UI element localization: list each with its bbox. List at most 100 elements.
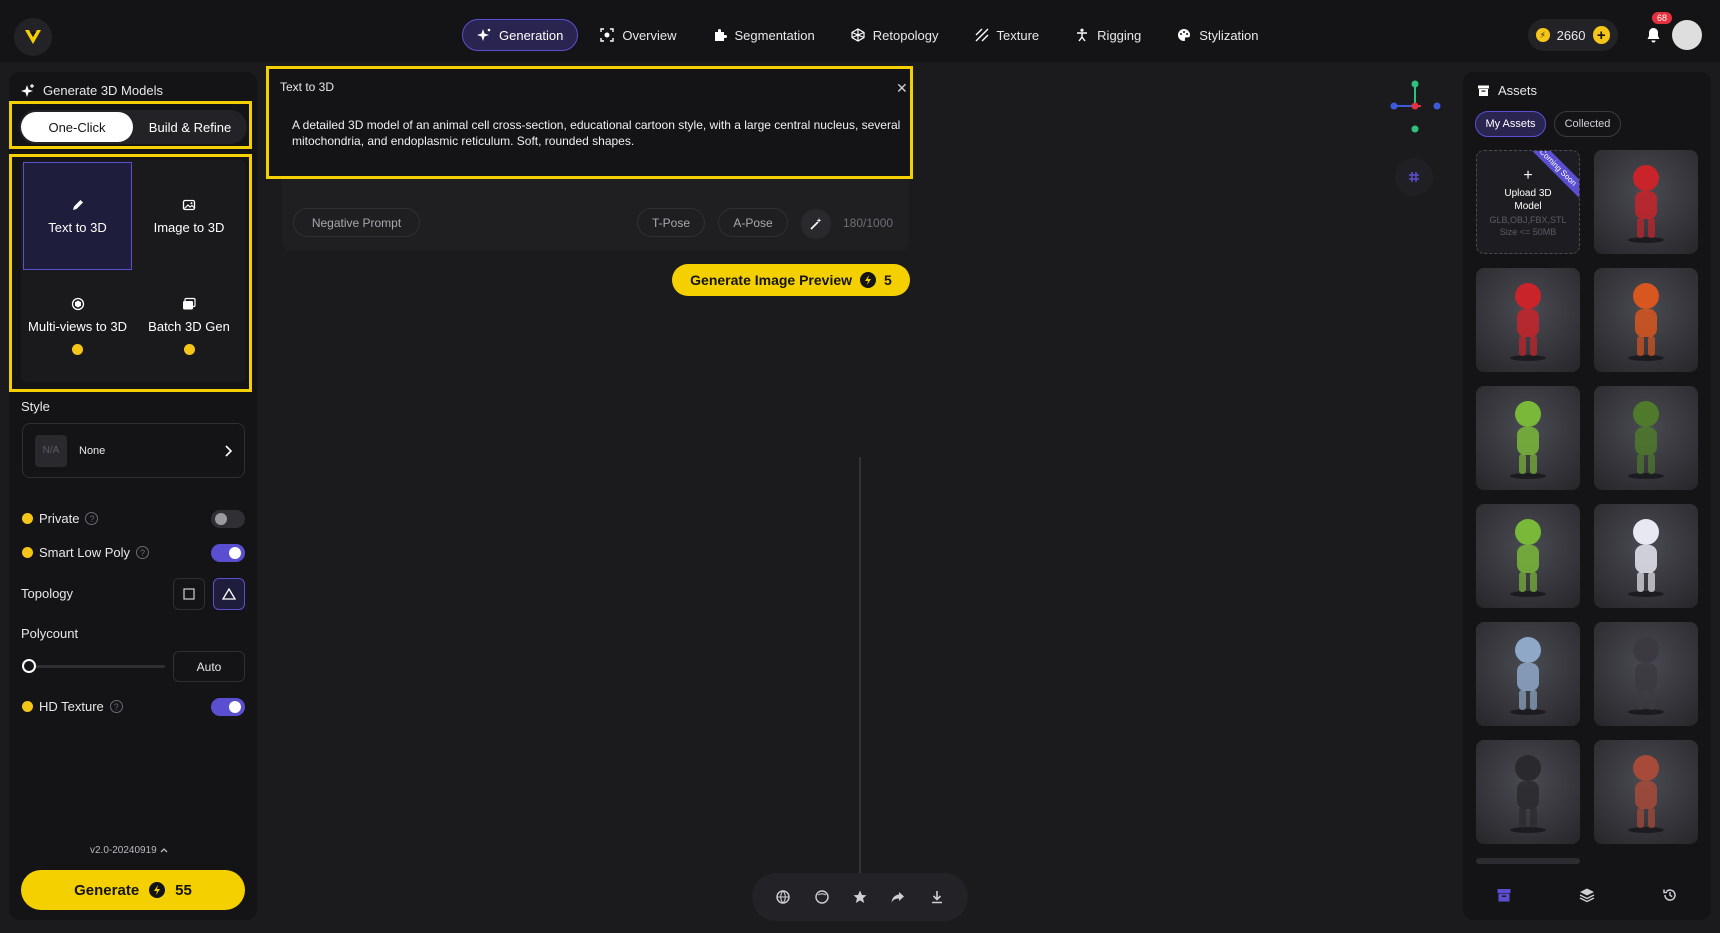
archive-icon[interactable] <box>1496 887 1512 903</box>
share-icon[interactable] <box>890 889 906 905</box>
hd-texture-toggle[interactable] <box>211 698 245 716</box>
t-pose-button[interactable]: T-Pose <box>637 208 705 237</box>
upload-formats: GLB,OBJ,FBX,STL <box>1489 215 1567 225</box>
asset-thumbnail[interactable] <box>1476 268 1580 372</box>
sphere-icon[interactable] <box>814 889 830 905</box>
star-icon[interactable] <box>852 889 868 905</box>
nav-rigging[interactable]: Rigging <box>1061 19 1155 51</box>
nav-segmentation[interactable]: Segmentation <box>699 19 829 51</box>
prompt-textarea[interactable]: A detailed 3D model of an animal cell cr… <box>292 117 904 149</box>
topology-quad-button[interactable] <box>173 578 205 610</box>
topology-triangle-button[interactable] <box>213 578 245 610</box>
green-helmet-figure-icon <box>1628 401 1664 479</box>
asset-thumbnail[interactable] <box>1594 268 1698 372</box>
plumber-figure-icon <box>1628 165 1664 243</box>
polycount-slider-track[interactable] <box>30 665 165 668</box>
history-icon[interactable] <box>1662 887 1678 903</box>
mode-multi-views-to-3d[interactable]: Multi-views to 3D <box>23 272 132 380</box>
preview-cost: 5 <box>884 272 892 288</box>
help-icon[interactable]: ? <box>85 512 99 525</box>
toggle-knob <box>215 513 227 525</box>
asset-thumbnail[interactable] <box>1476 386 1580 490</box>
download-icon[interactable] <box>929 889 945 905</box>
help-icon[interactable]: ? <box>109 700 123 713</box>
bell-icon <box>1647 28 1659 43</box>
avatar[interactable] <box>1672 20 1702 50</box>
add-credits-icon[interactable]: + <box>1592 26 1610 44</box>
square-icon <box>183 588 195 600</box>
smart-low-poly-row: Smart Low Poly ? <box>22 545 150 560</box>
puzzle-icon <box>714 29 727 41</box>
bolt-icon <box>860 272 877 288</box>
character-counter: 180/1000 <box>843 216 894 230</box>
topology-label: Topology <box>21 586 74 601</box>
nav-generation[interactable]: Generation <box>462 19 579 51</box>
dark-tpose-figure-icon <box>1510 755 1546 833</box>
version-text: v2.0-20240919 <box>90 845 157 856</box>
a-pose-button[interactable]: A-Pose <box>718 208 788 237</box>
mode-image-to-3d[interactable]: Image to 3D <box>134 162 244 270</box>
app-logo[interactable] <box>14 18 52 56</box>
sparkle-icon <box>21 83 34 97</box>
generate-image-preview-button[interactable]: Generate Image Preview 5 <box>672 264 910 296</box>
polycount-label: Polycount <box>21 626 79 641</box>
layers-icon[interactable] <box>1579 887 1595 903</box>
globe-icon[interactable] <box>775 889 791 905</box>
credits-pill[interactable]: ⚡ 2660 + <box>1528 19 1618 51</box>
asset-thumbnail[interactable] <box>1476 504 1580 608</box>
style-selector[interactable]: N/A None <box>22 423 245 478</box>
triangle-icon <box>222 588 236 600</box>
asset-thumbnail[interactable] <box>1594 504 1698 608</box>
generation-mode-grid: Text to 3D Image to 3D Multi-views to 3D… <box>21 160 246 382</box>
chevron-up-icon <box>160 848 167 853</box>
asset-thumbnail[interactable] <box>1594 150 1698 254</box>
premium-badge-icon <box>72 344 83 355</box>
assets-footer <box>1463 875 1711 915</box>
viewport-toolbar <box>752 873 968 921</box>
assets-title: Assets <box>1498 83 1538 98</box>
generate-button[interactable]: Generate 55 <box>21 870 245 910</box>
help-icon[interactable]: ? <box>136 546 150 559</box>
smart-low-poly-toggle[interactable] <box>211 544 245 562</box>
nav-overview[interactable]: Overview <box>586 19 690 51</box>
asset-thumbnail[interactable] <box>1594 740 1698 844</box>
robot-figure-icon <box>1628 283 1664 361</box>
batch-icon <box>183 297 196 310</box>
tab-collected[interactable]: Collected <box>1554 111 1621 137</box>
preview-label: Generate Image Preview <box>690 272 853 288</box>
nav-label: Texture <box>996 27 1040 43</box>
asset-thumbnail[interactable] <box>1476 622 1580 726</box>
nav-stylization[interactable]: Stylization <box>1163 19 1272 51</box>
asset-thumbnail[interactable] <box>1594 622 1698 726</box>
private-toggle[interactable] <box>211 510 245 528</box>
mode-batch-3d-gen[interactable]: Batch 3D Gen <box>134 272 244 380</box>
nav-label: Retopology <box>872 27 939 43</box>
magic-wand-button[interactable] <box>801 209 831 239</box>
nav-label: Generation <box>499 27 564 43</box>
build-refine-tab[interactable]: Build & Refine <box>140 112 240 142</box>
tab-my-assets[interactable]: My Assets <box>1475 111 1546 137</box>
version-selector[interactable]: v2.0-20240919 <box>90 845 168 856</box>
mode-label: Image to 3D <box>153 219 225 235</box>
viewport-grid <box>257 456 1462 880</box>
polycount-slider-handle[interactable] <box>22 659 36 673</box>
one-click-tab[interactable]: One-Click <box>21 112 133 142</box>
grid-toggle-button[interactable] <box>1395 158 1433 196</box>
sparkle-icon <box>477 28 491 41</box>
polycount-input[interactable]: Auto <box>173 651 245 682</box>
axis-gizmo[interactable] <box>1385 78 1445 134</box>
panel-title-text: Generate 3D Models <box>43 83 163 98</box>
negative-prompt-button[interactable]: Negative Prompt <box>293 208 420 237</box>
upload-size: Size <= 50MB <box>1499 227 1557 237</box>
pencil-icon <box>72 199 83 210</box>
mode-text-to-3d[interactable]: Text to 3D <box>23 162 132 270</box>
nav-retopology[interactable]: Retopology <box>837 19 953 51</box>
white-earbud-icon <box>1628 519 1664 597</box>
private-label: Private <box>39 511 80 526</box>
upload-3d-model-tile[interactable]: Coming Soon + Upload 3D Model GLB,OBJ,FB… <box>1476 150 1580 254</box>
close-icon[interactable]: ✕ <box>896 80 908 97</box>
nav-texture[interactable]: Texture <box>961 19 1054 51</box>
texture-icon <box>975 28 989 42</box>
asset-thumbnail[interactable] <box>1594 386 1698 490</box>
asset-thumbnail[interactable] <box>1476 740 1580 844</box>
